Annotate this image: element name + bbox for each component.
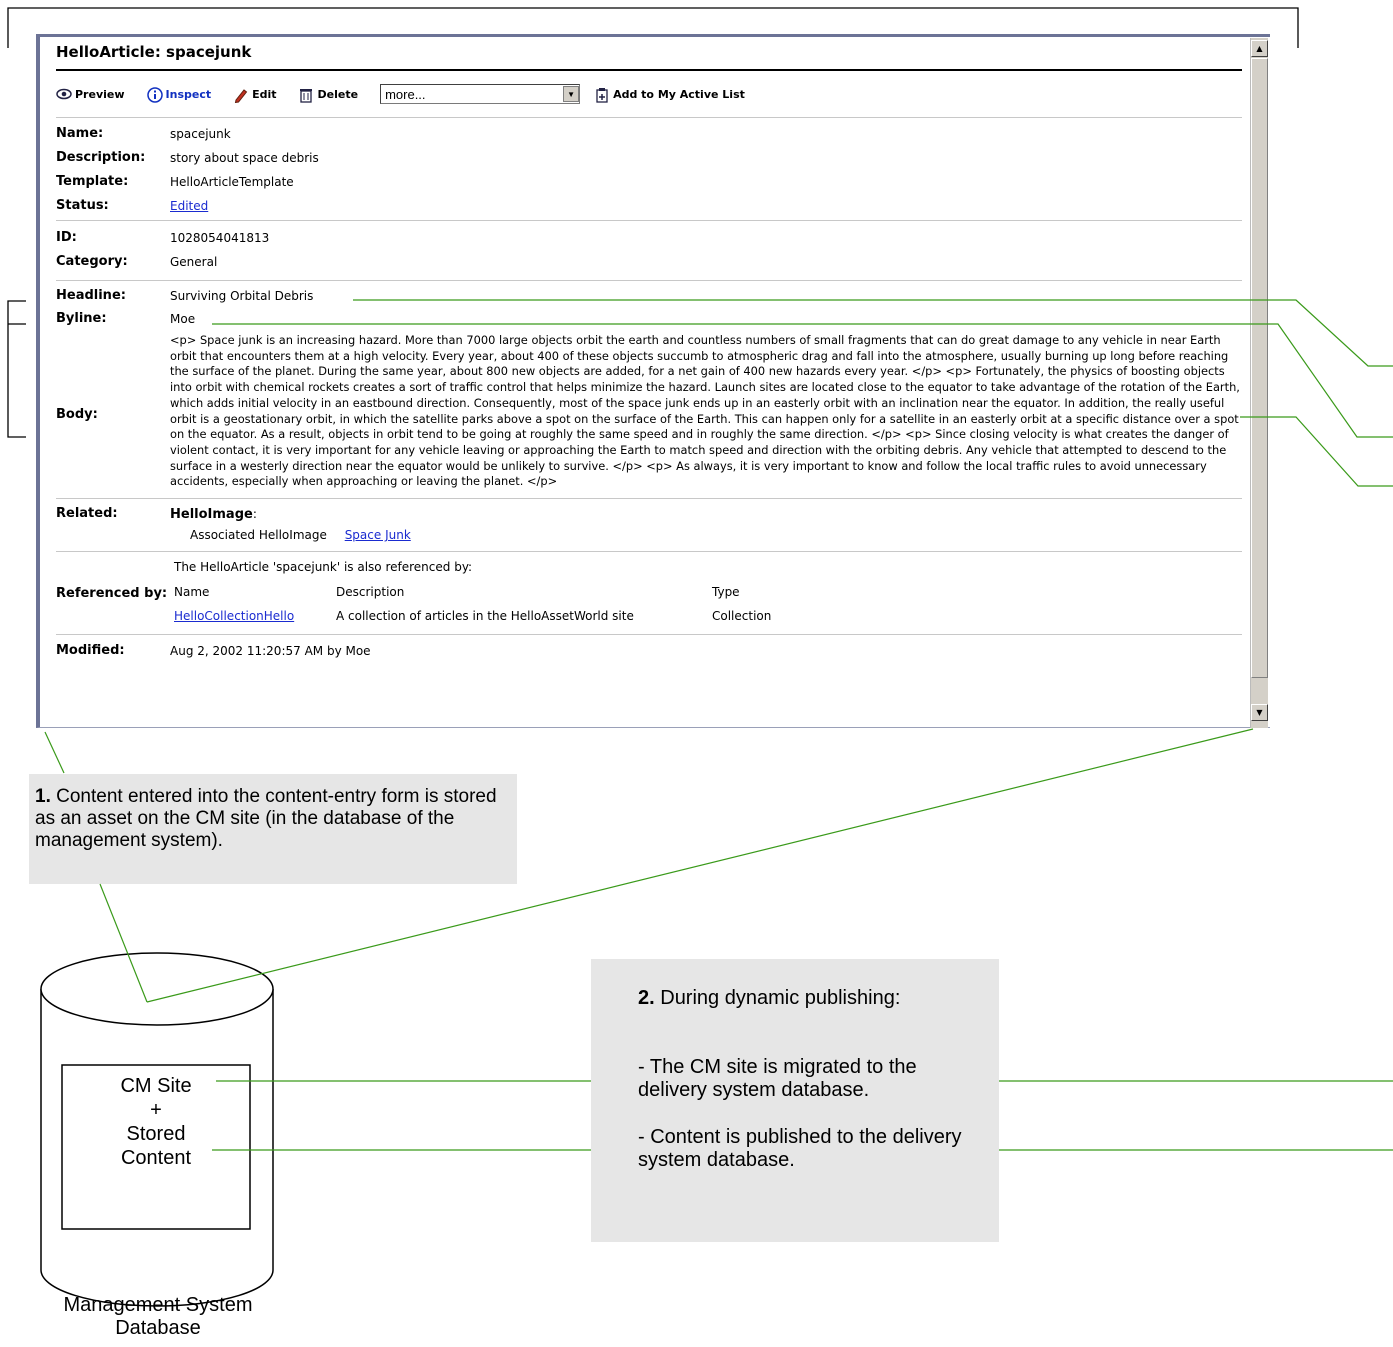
cm-site-box: CM Site + Stored Content [62, 1074, 250, 1170]
database-caption-line1: Management System [63, 1294, 253, 1316]
box-line-content: Content [120, 1147, 192, 1169]
box-line-cm-site: CM Site [120, 1075, 192, 1097]
database-caption: Management System Database [20, 1294, 296, 1340]
box-line-stored: Stored [126, 1123, 186, 1145]
database-caption-line2: Database [115, 1317, 201, 1339]
box-line-plus: + [150, 1099, 162, 1121]
